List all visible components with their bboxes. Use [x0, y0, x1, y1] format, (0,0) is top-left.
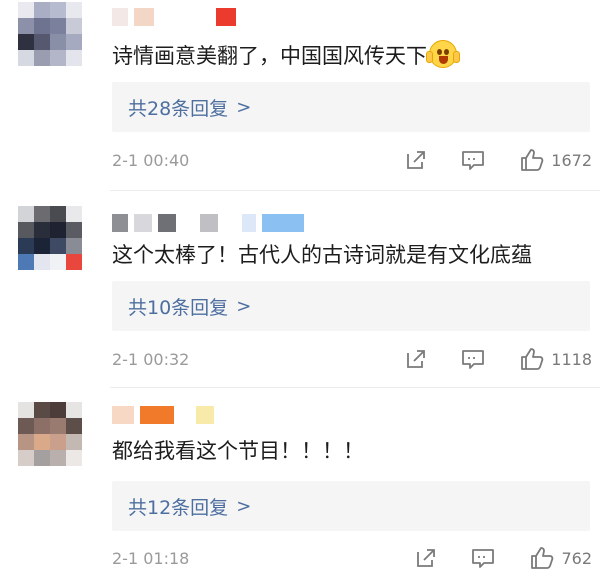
comment-text: 诗情画意美翻了，中国国风传天下 — [112, 40, 460, 71]
avatar[interactable] — [18, 402, 82, 466]
comment-text-body: 诗情画意美翻了，中国国风传天下 — [112, 44, 427, 68]
comment-item: 诗情画意美翻了，中国国风传天下 共28条回复 > 2-1 00:40 1672 — [0, 0, 600, 190]
like-button[interactable]: 762 — [529, 545, 592, 571]
timestamp: 2-1 01:18 — [112, 548, 190, 568]
avatar[interactable] — [18, 2, 82, 66]
comment-item: 这个太棒了！古代人的古诗词就是有文化底蕴 共10条回复 > 2-1 00:32 … — [0, 192, 600, 387]
comment-meta: 2-1 00:40 1672 — [112, 146, 592, 174]
replies-label: 共12条回复 — [128, 496, 229, 519]
timestamp: 2-1 00:40 — [112, 150, 190, 170]
like-button[interactable]: 1672 — [519, 147, 592, 173]
timestamp: 2-1 00:32 — [112, 349, 190, 369]
username[interactable] — [112, 6, 236, 28]
comment-text-body: 这个太棒了！古代人的古诗词就是有文化底蕴 — [112, 243, 532, 267]
comment-meta: 2-1 00:32 1118 — [112, 345, 592, 373]
share-icon[interactable] — [405, 348, 427, 370]
like-button[interactable]: 1118 — [519, 346, 592, 372]
avatar[interactable] — [18, 206, 82, 270]
comment-actions: 762 — [415, 545, 592, 571]
view-replies-button[interactable]: 共12条回复 > — [112, 481, 590, 531]
view-replies-button[interactable]: 共10条回复 > — [112, 281, 590, 331]
chevron-right-icon: > — [236, 495, 252, 517]
thumbs-up-icon — [531, 547, 554, 569]
thumbs-up-icon — [521, 149, 544, 171]
comment-item: 都给我看这个节目！！！！ 共12条回复 > 2-1 01:18 762 — [0, 392, 600, 573]
comment-text: 都给我看这个节目！！！！ — [112, 436, 364, 466]
username[interactable] — [112, 212, 304, 234]
comment-icon[interactable] — [461, 149, 485, 171]
comment-actions: 1672 — [405, 147, 592, 173]
share-icon[interactable] — [415, 547, 437, 569]
chevron-right-icon: > — [236, 96, 252, 118]
comment-icon[interactable] — [461, 348, 485, 370]
comment-icon[interactable] — [471, 547, 495, 569]
divider — [110, 387, 600, 388]
chevron-right-icon: > — [236, 295, 252, 317]
like-count: 762 — [561, 548, 592, 568]
view-replies-button[interactable]: 共28条回复 > — [112, 82, 590, 132]
username[interactable] — [112, 404, 214, 426]
comment-text-body: 都给我看这个节目！！！！ — [112, 439, 364, 463]
divider — [110, 190, 600, 191]
comment-text: 这个太棒了！古代人的古诗词就是有文化底蕴 — [112, 240, 532, 270]
like-count: 1672 — [551, 150, 592, 170]
share-icon[interactable] — [405, 149, 427, 171]
replies-label: 共10条回复 — [128, 296, 229, 319]
comment-actions: 1118 — [405, 346, 592, 372]
thumbs-up-icon — [521, 348, 544, 370]
comment-meta: 2-1 01:18 762 — [112, 544, 592, 572]
scream-face-emoji — [426, 40, 460, 68]
like-count: 1118 — [551, 349, 592, 369]
replies-label: 共28条回复 — [128, 97, 229, 120]
